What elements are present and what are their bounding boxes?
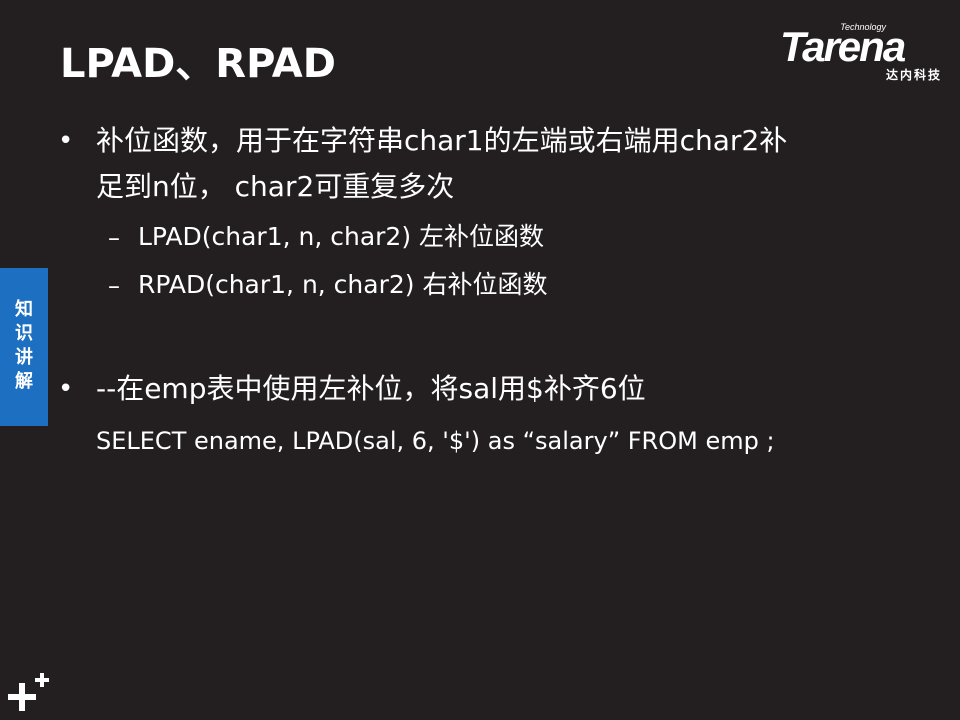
sql-code-line: SELECT ename, LPAD(sal, 6, '$') as “sala…: [96, 427, 775, 455]
bullet-text-line: 足到n位， char2可重复多次: [96, 170, 455, 203]
logo-brand-text: Tarena: [780, 23, 906, 70]
bullet-text-line: --在emp表中使用左补位，将sal用$补齐6位: [96, 372, 646, 405]
side-tab-label: 知识讲解: [15, 299, 33, 392]
sub-bullet-marker: –: [108, 272, 120, 300]
side-tab-knowledge: 知识讲解: [0, 268, 48, 426]
sub-bullet-text: LPAD(char1, n, char2) 左补位函数: [138, 222, 545, 251]
tarena-logo: Technology Tarena 达内科技: [780, 22, 946, 84]
logo-chinese-text: 达内科技: [885, 68, 942, 82]
plus-plus-icon: [8, 673, 49, 711]
bullet-marker: •: [58, 374, 74, 404]
bullet-marker: •: [58, 126, 74, 156]
bullet-text-line: 补位函数，用于在字符串char1的左端或右端用char2补: [96, 124, 788, 157]
sub-bullet-marker: –: [108, 224, 120, 252]
slide-title: LPAD、RPAD: [60, 41, 336, 87]
sub-bullet-text: RPAD(char1, n, char2) 右补位函数: [138, 270, 548, 299]
